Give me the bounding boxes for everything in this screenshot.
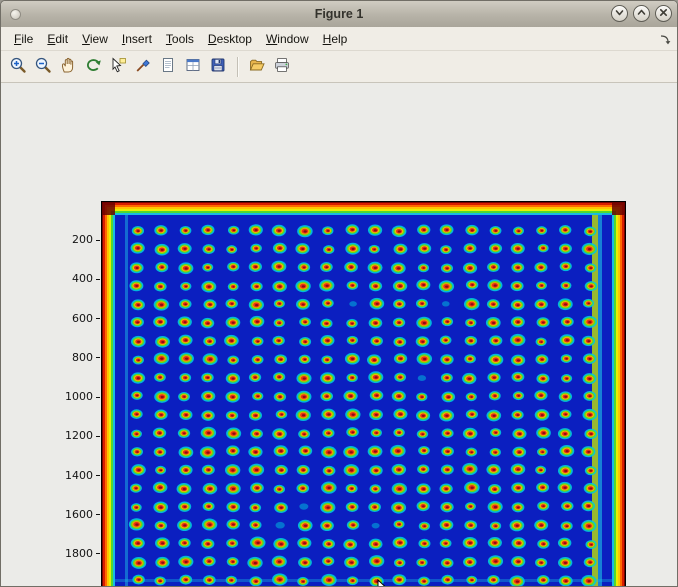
menubar: File Edit View Insert Tools Desktop Wind… — [1, 27, 677, 51]
rotate-3d-icon — [84, 56, 102, 77]
plot-tools-button[interactable] — [181, 55, 205, 79]
data-cursor-icon — [109, 56, 127, 77]
y-tick-label: 400 — [51, 272, 93, 285]
document-icon — [159, 56, 177, 77]
open-button[interactable] — [245, 55, 269, 79]
save-icon — [209, 56, 227, 77]
document-button[interactable] — [156, 55, 180, 79]
rotate-3d-button[interactable] — [81, 55, 105, 79]
titlebar[interactable]: Figure 1 — [1, 1, 677, 28]
dock-icon[interactable] — [659, 32, 671, 50]
y-tick-mark — [96, 514, 100, 515]
axes[interactable]: 2004006008001000120014002004006008001000… — [101, 201, 626, 587]
data-cursor-button[interactable] — [106, 55, 130, 79]
menu-item-help[interactable]: Help — [316, 29, 355, 49]
brush-button[interactable] — [131, 55, 155, 79]
y-tick-label: 200 — [51, 233, 93, 246]
chevron-up-icon — [636, 6, 647, 21]
y-tick-mark — [96, 279, 100, 280]
chevron-down-icon — [614, 6, 625, 21]
zoom-in-button[interactable] — [6, 55, 30, 79]
y-tick-label: 600 — [51, 312, 93, 325]
close-button[interactable] — [655, 5, 672, 22]
folder-open-icon — [248, 56, 266, 77]
y-tick-label: 1400 — [51, 469, 93, 482]
close-icon — [658, 6, 669, 21]
y-tick-mark — [96, 553, 100, 554]
y-tick-label: 1600 — [51, 508, 93, 521]
y-tick-mark — [96, 357, 100, 358]
plot-tools-icon — [184, 56, 202, 77]
y-tick-label: 1800 — [51, 547, 93, 560]
print-button[interactable] — [270, 55, 294, 79]
menu-item-insert[interactable]: Insert — [115, 29, 159, 49]
zoom-out-icon — [34, 56, 52, 77]
y-tick-label: 800 — [51, 351, 93, 364]
figure-toolbar — [1, 51, 677, 83]
y-tick-label: 1000 — [51, 390, 93, 403]
menu-item-window[interactable]: Window — [259, 29, 316, 49]
plot-image[interactable] — [101, 201, 626, 587]
y-tick-label: 1200 — [51, 429, 93, 442]
menu-item-edit[interactable]: Edit — [40, 29, 75, 49]
brush-icon — [134, 56, 152, 77]
minimize-button[interactable] — [611, 5, 628, 22]
figure-window: Figure 1 File Edit View Insert — [0, 0, 678, 587]
y-tick-mark — [96, 397, 100, 398]
menu-item-desktop[interactable]: Desktop — [201, 29, 259, 49]
toolbar-separator — [237, 57, 239, 77]
menu-item-view[interactable]: View — [75, 29, 115, 49]
menu-item-tools[interactable]: Tools — [159, 29, 201, 49]
window-title: Figure 1 — [1, 7, 677, 21]
menu-item-file[interactable]: File — [7, 29, 40, 49]
pan-button[interactable] — [56, 55, 80, 79]
maximize-button[interactable] — [633, 5, 650, 22]
y-tick-mark — [96, 436, 100, 437]
figure-canvas: 2004006008001000120014002004006008001000… — [1, 83, 677, 586]
zoom-out-button[interactable] — [31, 55, 55, 79]
y-tick-mark — [96, 240, 100, 241]
y-tick-mark — [96, 318, 100, 319]
zoom-in-icon — [9, 56, 27, 77]
print-icon — [273, 56, 291, 77]
window-menu-icon[interactable] — [10, 9, 21, 20]
save-button[interactable] — [206, 55, 230, 79]
pan-hand-icon — [59, 56, 77, 77]
y-tick-mark — [96, 475, 100, 476]
